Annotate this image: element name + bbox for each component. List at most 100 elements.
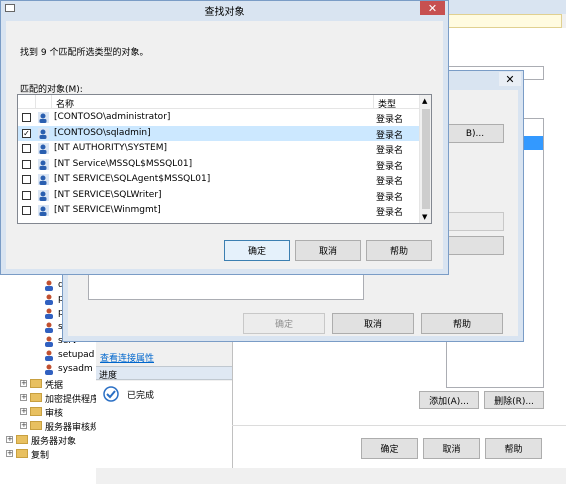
- login-user-icon: [38, 112, 49, 123]
- row-checkbox[interactable]: [22, 175, 31, 184]
- scroll-up-icon[interactable]: ▲: [422, 97, 427, 105]
- column-divider: [51, 95, 52, 108]
- list-item[interactable]: [NT Service\MSSQL$MSSQL01] 登录名: [18, 157, 419, 172]
- tree-item-5[interactable]: setupad: [58, 350, 94, 360]
- list-item[interactable]: [NT SERVICE\SQLWriter] 登录名: [18, 188, 419, 203]
- list-header: 名称 类型: [18, 95, 419, 110]
- row-name: [NT SERVICE\SQLWriter]: [54, 189, 162, 200]
- expand-icon[interactable]: +: [20, 394, 27, 401]
- column-divider: [35, 95, 36, 108]
- expand-icon[interactable]: +: [6, 450, 13, 457]
- bottom-separator: [232, 425, 566, 426]
- help-button[interactable]: 帮助: [366, 240, 432, 261]
- list-scrollbar[interactable]: ▲ ▼: [419, 95, 431, 223]
- login-user-icon: [38, 127, 49, 139]
- login-user-icon: [44, 336, 55, 347]
- login-user-icon: [44, 294, 55, 305]
- progress-header: 进度: [96, 366, 232, 381]
- row-type: 登录名: [376, 177, 404, 187]
- folder-icon: [16, 449, 28, 458]
- select-ok-button[interactable]: 确定: [243, 313, 325, 334]
- login-user-icon: [44, 350, 55, 361]
- row-name: [CONTOSO\sqladmin]: [54, 127, 151, 138]
- login-user-icon: [38, 189, 49, 201]
- remove-button[interactable]: 删除(R)...: [484, 391, 544, 409]
- cancel-button[interactable]: 取消: [295, 240, 361, 261]
- select-dialog-disabled-button: [446, 212, 504, 231]
- add-button[interactable]: 添加(A)...: [419, 391, 479, 409]
- column-header-type[interactable]: 类型: [378, 97, 396, 110]
- expand-icon[interactable]: +: [20, 422, 27, 429]
- row-name: [CONTOSO\administrator]: [54, 112, 171, 122]
- login-user-icon: [44, 280, 55, 291]
- matching-objects-list[interactable]: 名称 类型 [CONTOSO\administrator] 登录名 ✓ [CONTOS…: [17, 94, 432, 224]
- row-name: [NT SERVICE\SQLAgent$MSSQL01]: [54, 174, 211, 184]
- column-header-name[interactable]: 名称: [56, 97, 74, 110]
- row-type: 登录名: [376, 208, 404, 218]
- list-item[interactable]: [CONTOSO\administrator] 登录名: [18, 110, 419, 125]
- list-rows: [CONTOSO\administrator] 登录名 ✓ [CONTOSO\sqla…: [18, 110, 419, 223]
- row-checkbox[interactable]: ✓: [22, 128, 31, 138]
- row-checkbox[interactable]: [22, 144, 31, 153]
- folder-icon: [30, 421, 42, 430]
- expand-icon[interactable]: +: [6, 436, 13, 443]
- login-user-icon: [38, 158, 49, 170]
- scroll-thumb[interactable]: [422, 109, 430, 209]
- list-item[interactable]: [NT SERVICE\Winmgmt] 登录名: [18, 203, 419, 218]
- login-user-icon: [38, 174, 49, 185]
- bg-ok-button[interactable]: 确定: [361, 438, 418, 459]
- background-yellow-bar: [446, 14, 562, 28]
- folder-icon: [16, 435, 28, 444]
- tree-folder-credentials[interactable]: 凭据: [45, 378, 63, 391]
- login-user-icon: [38, 205, 49, 216]
- folder-icon: [30, 379, 42, 388]
- row-type: 登录名: [376, 115, 404, 125]
- select-cancel-button[interactable]: 取消: [332, 313, 414, 334]
- ok-button[interactable]: 确定: [224, 240, 290, 261]
- list-item[interactable]: ✓ [CONTOSO\sqladmin] 登录名: [18, 125, 419, 141]
- expand-icon[interactable]: +: [20, 380, 27, 387]
- select-dialog-button[interactable]: [446, 236, 504, 255]
- select-dialog-close-icon[interactable]: ✕: [499, 72, 521, 86]
- find-dialog-title: 查找对象: [204, 7, 245, 18]
- background-titlebar: [430, 0, 566, 14]
- bg-help-button[interactable]: 帮助: [485, 438, 542, 459]
- progress-status: 已完成: [127, 391, 155, 401]
- browse-button[interactable]: B)...: [446, 124, 504, 143]
- expand-icon[interactable]: +: [20, 408, 27, 415]
- row-type: 登录名: [376, 130, 404, 141]
- row-type: 登录名: [376, 192, 404, 203]
- row-type: 登录名: [376, 146, 404, 156]
- row-checkbox[interactable]: [22, 190, 31, 200]
- tree-replication[interactable]: 复制: [31, 448, 49, 461]
- login-user-icon: [44, 308, 55, 319]
- folder-icon: [30, 407, 42, 416]
- close-icon[interactable]: ✕: [420, 1, 445, 15]
- tree-folder-audit-spec[interactable]: 服务器审核规: [45, 420, 99, 433]
- row-name: [NT SERVICE\Winmgmt]: [54, 205, 161, 215]
- bg-cancel-button[interactable]: 取消: [423, 438, 480, 459]
- tree-folder-audit[interactable]: 审核: [45, 406, 63, 419]
- check-icon: [103, 386, 119, 402]
- list-item[interactable]: [NT SERVICE\SQLAgent$MSSQL01] 登录名: [18, 172, 419, 187]
- login-user-icon: [44, 322, 55, 333]
- tree-folder-crypto[interactable]: 加密提供程序: [45, 392, 99, 405]
- login-user-icon: [38, 143, 49, 154]
- row-type: 登录名: [376, 161, 404, 172]
- tree-item-6[interactable]: sysadm: [58, 364, 93, 374]
- row-name: [NT Service\MSSQL$MSSQL01]: [54, 158, 193, 169]
- login-user-icon: [44, 364, 55, 375]
- found-count-text: 找到 9 个匹配所选类型的对象。: [20, 48, 149, 58]
- scroll-down-icon[interactable]: ▼: [422, 213, 427, 221]
- list-item[interactable]: [NT AUTHORITY\SYSTEM] 登录名: [18, 141, 419, 156]
- view-connection-properties-link[interactable]: 查看连接属性: [100, 351, 154, 364]
- progress-header-label: 进度: [99, 371, 118, 381]
- row-checkbox[interactable]: [22, 206, 31, 215]
- row-name: [NT AUTHORITY\SYSTEM]: [54, 143, 168, 153]
- select-help-button[interactable]: 帮助: [421, 313, 503, 334]
- row-checkbox[interactable]: [22, 159, 31, 169]
- folder-icon: [30, 393, 42, 402]
- column-divider: [373, 95, 374, 108]
- tree-server-objects[interactable]: 服务器对象: [31, 434, 76, 447]
- row-checkbox[interactable]: [22, 113, 31, 122]
